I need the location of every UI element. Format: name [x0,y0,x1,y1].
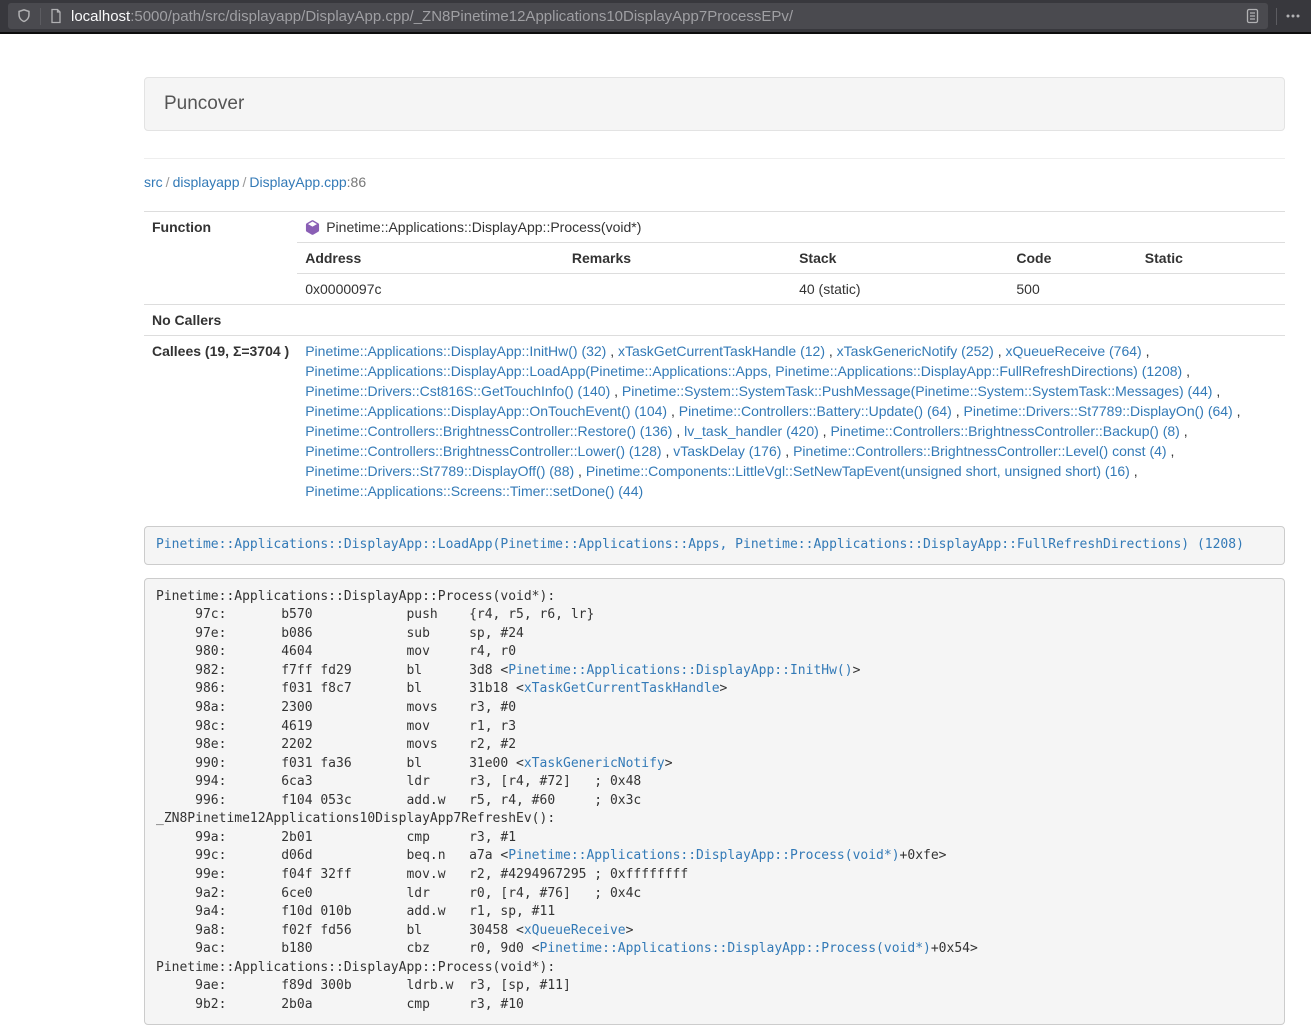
callee-link[interactable]: Pinetime::Applications::DisplayApp::Init… [305,343,606,359]
callee-link[interactable]: Pinetime::Drivers::St7789::DisplayOff() … [305,463,574,479]
reader-mode-icon[interactable] [1245,8,1260,24]
callee-separator: , [1233,403,1241,419]
callee-link[interactable]: xTaskGetCurrentTaskHandle (12) [618,343,825,359]
callee-separator: , [1180,423,1188,439]
callee-link[interactable]: lv_task_handler (420) [684,423,819,439]
callees-row: Callees (19, Σ=3704 ) Pinetime::Applicat… [144,336,1285,507]
column-header-remarks: Remarks [564,243,791,274]
page-icon [49,8,63,24]
browser-toolbar: localhost:5000/path/src/displayapp/Displ… [0,0,1311,34]
callee-separator: , [825,343,837,359]
breadcrumb-link[interactable]: src [144,174,163,190]
callee-separator: , [994,343,1006,359]
callee-separator: , [574,463,586,479]
callee-separator: , [1142,343,1150,359]
loadapp-symbol-link[interactable]: Pinetime::Applications::DisplayApp::Load… [156,537,1244,552]
disasm-symbol-link[interactable]: Pinetime::Applications::DisplayApp::Init… [508,663,852,678]
callee-separator: , [606,343,618,359]
callee-link[interactable]: Pinetime::Controllers::BrightnessControl… [830,423,1179,439]
package-icon [305,220,320,235]
callee-link[interactable]: Pinetime::Controllers::BrightnessControl… [793,443,1166,459]
symbol-table: Function Pinetime::Applications::Display… [144,211,1285,506]
callee-link[interactable]: Pinetime::System::SystemTask::PushMessag… [622,383,1213,399]
callee-separator: , [1130,463,1138,479]
callee-separator: , [667,403,679,419]
column-header-stack: Stack [791,243,1008,274]
metrics-table: Address Remarks Stack Code Static 0x0000… [297,242,1285,304]
callee-link[interactable]: Pinetime::Drivers::Cst816S::GetTouchInfo… [305,383,610,399]
callee-separator: , [1212,383,1220,399]
disassembly-block: Pinetime::Applications::DisplayApp::Proc… [144,578,1285,1025]
url-bar[interactable]: localhost:5000/path/src/displayapp/Displ… [8,3,1268,29]
callee-separator: , [1182,363,1190,379]
overflow-menu-icon[interactable] [1285,8,1301,24]
callee-link[interactable]: Pinetime::Components::LittleVgl::SetNewT… [586,463,1130,479]
callees-label: Callees (19, Σ=3704 ) [144,336,297,507]
breadcrumb-link[interactable]: displayapp [173,174,240,190]
function-name: Pinetime::Applications::DisplayApp::Proc… [326,217,641,237]
callee-separator: , [610,383,622,399]
highlighted-source-line: Pinetime::Applications::DisplayApp::Load… [144,526,1285,565]
callee-separator: , [952,403,964,419]
breadcrumb-line-number: :86 [347,174,366,190]
callee-link[interactable]: xQueueReceive (764) [1006,343,1142,359]
callee-link[interactable]: Pinetime::Applications::DisplayApp::Load… [305,363,1182,379]
callee-link[interactable]: xTaskGenericNotify (252) [837,343,994,359]
breadcrumb: src/displayapp/DisplayApp.cpp:86 [144,172,1285,192]
column-header-static: Static [1137,243,1285,274]
address-value: 0x0000097c [297,274,564,305]
callee-separator: , [662,443,674,459]
breadcrumb-separator: / [240,174,250,190]
callee-link[interactable]: vTaskDelay (176) [673,443,781,459]
code-value: 500 [1008,274,1136,305]
metrics-row: Address Remarks Stack Code Static 0x0000… [144,242,1285,305]
remarks-value [564,274,791,305]
url-host: localhost [71,8,130,25]
table-row: 0x0000097c 40 (static) 500 [297,274,1285,305]
page-title: Puncover [164,93,244,114]
callee-separator: , [819,423,831,439]
disasm-symbol-link[interactable]: Pinetime::Applications::DisplayApp::Proc… [508,848,899,863]
toolbar-separator [1276,8,1277,25]
callee-link[interactable]: Pinetime::Controllers::BrightnessControl… [305,443,661,459]
callee-link[interactable]: Pinetime::Controllers::BrightnessControl… [305,423,672,439]
shield-icon[interactable] [16,8,32,24]
callee-link[interactable]: Pinetime::Applications::Screens::Timer::… [305,483,643,499]
callees-list: Pinetime::Applications::DisplayApp::Init… [297,336,1285,507]
breadcrumb-link[interactable]: DisplayApp.cpp [249,174,346,190]
toolbar-separator [40,8,41,25]
column-header-address: Address [297,243,564,274]
disasm-symbol-link[interactable]: xQueueReceive [524,923,626,938]
column-header-code: Code [1008,243,1136,274]
app-title-panel: Puncover [144,77,1285,131]
function-label: Function [144,212,297,243]
breadcrumb-separator: / [163,174,173,190]
callers-row: No Callers [144,305,1285,336]
callee-separator: , [1167,443,1175,459]
no-callers-label: No Callers [144,305,297,336]
callee-link[interactable]: Pinetime::Drivers::St7789::DisplayOn() (… [964,403,1233,419]
static-value [1137,274,1285,305]
callee-separator: , [781,443,793,459]
disasm-symbol-link[interactable]: xTaskGenericNotify [524,756,665,771]
url-path: :5000/path/src/displayapp/DisplayApp.cpp… [130,8,793,25]
disasm-symbol-link[interactable]: Pinetime::Applications::DisplayApp::Proc… [540,941,931,956]
callee-separator: , [672,423,684,439]
function-row: Function Pinetime::Applications::Display… [144,212,1285,243]
callee-link[interactable]: Pinetime::Applications::DisplayApp::OnTo… [305,403,667,419]
stack-value: 40 (static) [791,274,1008,305]
divider [144,158,1285,159]
callee-link[interactable]: Pinetime::Controllers::Battery::Update()… [679,403,952,419]
disasm-symbol-link[interactable]: xTaskGetCurrentTaskHandle [524,681,720,696]
content-container: Puncover src/displayapp/DisplayApp.cpp:8… [144,34,1285,1025]
